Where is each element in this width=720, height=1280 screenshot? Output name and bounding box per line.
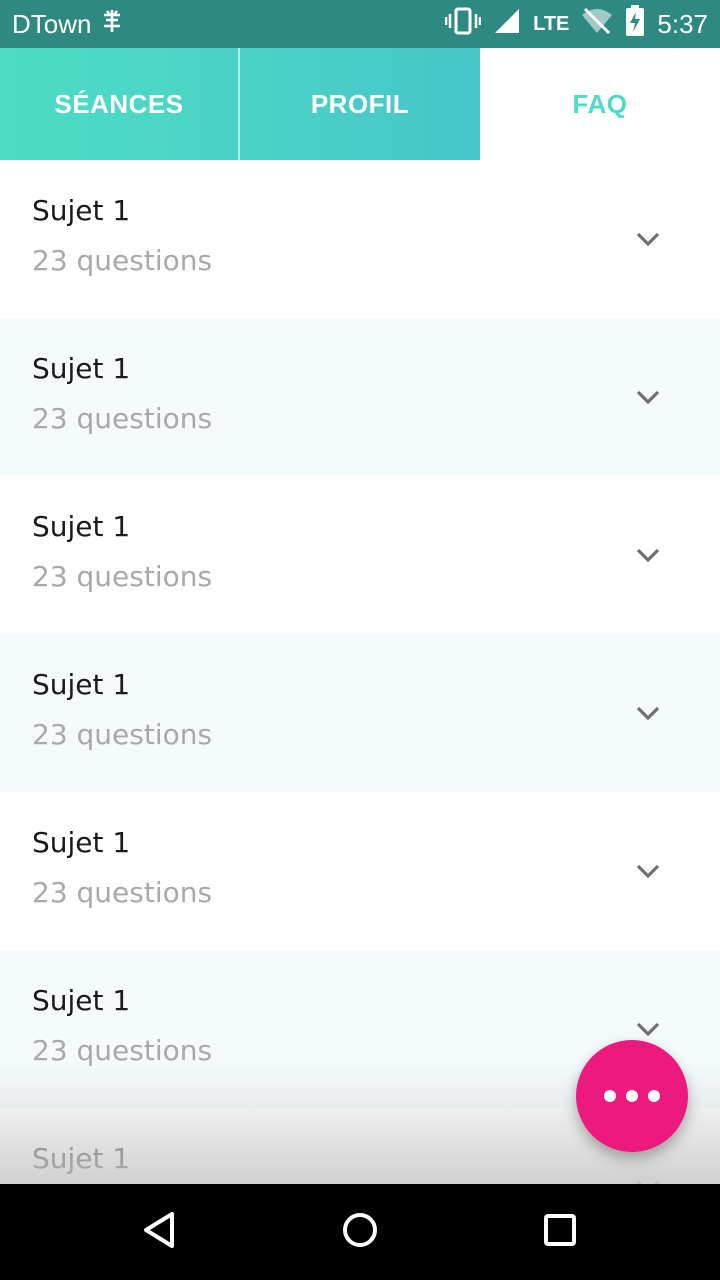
faq-item-count: 23 questions bbox=[32, 560, 213, 593]
carrier-name: DTown bbox=[12, 8, 92, 39]
faq-item-title: Sujet 1 bbox=[32, 984, 131, 1017]
status-bar: DTown LTE 5:37 bbox=[0, 0, 720, 48]
faq-item-count: 23 questions bbox=[32, 244, 213, 277]
tab-profil[interactable]: PROFIL bbox=[240, 48, 480, 160]
faq-item-title: Sujet 1 bbox=[32, 352, 131, 385]
wifi-off-icon bbox=[581, 7, 613, 42]
faq-item-title: Sujet 1 bbox=[32, 668, 131, 701]
faq-item-title: Sujet 1 bbox=[32, 1142, 131, 1175]
chevron-down-icon[interactable] bbox=[632, 700, 664, 726]
clock: 5:37 bbox=[657, 8, 708, 39]
tab-label: SÉANCES bbox=[54, 88, 184, 119]
more-horizontal-icon bbox=[604, 1090, 616, 1102]
battery-charging-icon bbox=[625, 4, 645, 44]
status-left: DTown bbox=[12, 8, 123, 41]
chevron-down-icon[interactable] bbox=[632, 1174, 664, 1184]
tab-label: PROFIL bbox=[310, 88, 410, 119]
more-options-button[interactable] bbox=[576, 1040, 688, 1152]
notification-icon bbox=[101, 8, 123, 41]
signal-icon bbox=[493, 7, 521, 42]
back-icon bbox=[140, 1210, 180, 1254]
faq-item-count: 23 questions bbox=[32, 1034, 213, 1067]
faq-item-count: 23 questions bbox=[32, 718, 213, 751]
faq-item[interactable]: Sujet 1 23 questions bbox=[0, 634, 720, 792]
faq-item-count: 23 questions bbox=[32, 402, 213, 435]
recents-button[interactable] bbox=[500, 1184, 620, 1280]
faq-list: Sujet 1 23 questions Sujet 1 23 question… bbox=[0, 160, 720, 1184]
faq-item-title: Sujet 1 bbox=[32, 194, 131, 227]
vibrate-icon bbox=[444, 7, 482, 42]
home-button[interactable] bbox=[300, 1184, 420, 1280]
tab-bar: SÉANCES PROFIL FAQ bbox=[0, 48, 720, 160]
tab-seances[interactable]: SÉANCES bbox=[0, 48, 240, 160]
more-horizontal-icon-dot bbox=[626, 1090, 638, 1102]
chevron-down-icon[interactable] bbox=[632, 858, 664, 884]
network-type: LTE bbox=[533, 12, 570, 35]
faq-item[interactable]: Sujet 1 23 questions bbox=[0, 792, 720, 950]
faq-item-count: 23 questions bbox=[32, 876, 213, 909]
more-horizontal-icon-dot bbox=[648, 1090, 660, 1102]
back-button[interactable] bbox=[100, 1184, 220, 1280]
faq-item[interactable]: Sujet 1 23 questions bbox=[0, 318, 720, 476]
navigation-bar bbox=[0, 1184, 720, 1280]
chevron-down-icon[interactable] bbox=[632, 542, 664, 568]
chevron-down-icon[interactable] bbox=[632, 226, 664, 252]
faq-item[interactable]: Sujet 1 23 questions bbox=[0, 476, 720, 634]
recents-icon bbox=[540, 1210, 580, 1254]
chevron-down-icon[interactable] bbox=[632, 1016, 664, 1042]
status-right: LTE 5:37 bbox=[444, 4, 708, 44]
tab-faq[interactable]: FAQ bbox=[480, 48, 720, 160]
home-icon bbox=[340, 1210, 380, 1254]
faq-item-title: Sujet 1 bbox=[32, 826, 131, 859]
faq-item[interactable]: Sujet 1 23 questions bbox=[0, 160, 720, 318]
tab-label: FAQ bbox=[572, 88, 628, 119]
chevron-down-icon[interactable] bbox=[632, 384, 664, 410]
faq-item-title: Sujet 1 bbox=[32, 510, 131, 543]
